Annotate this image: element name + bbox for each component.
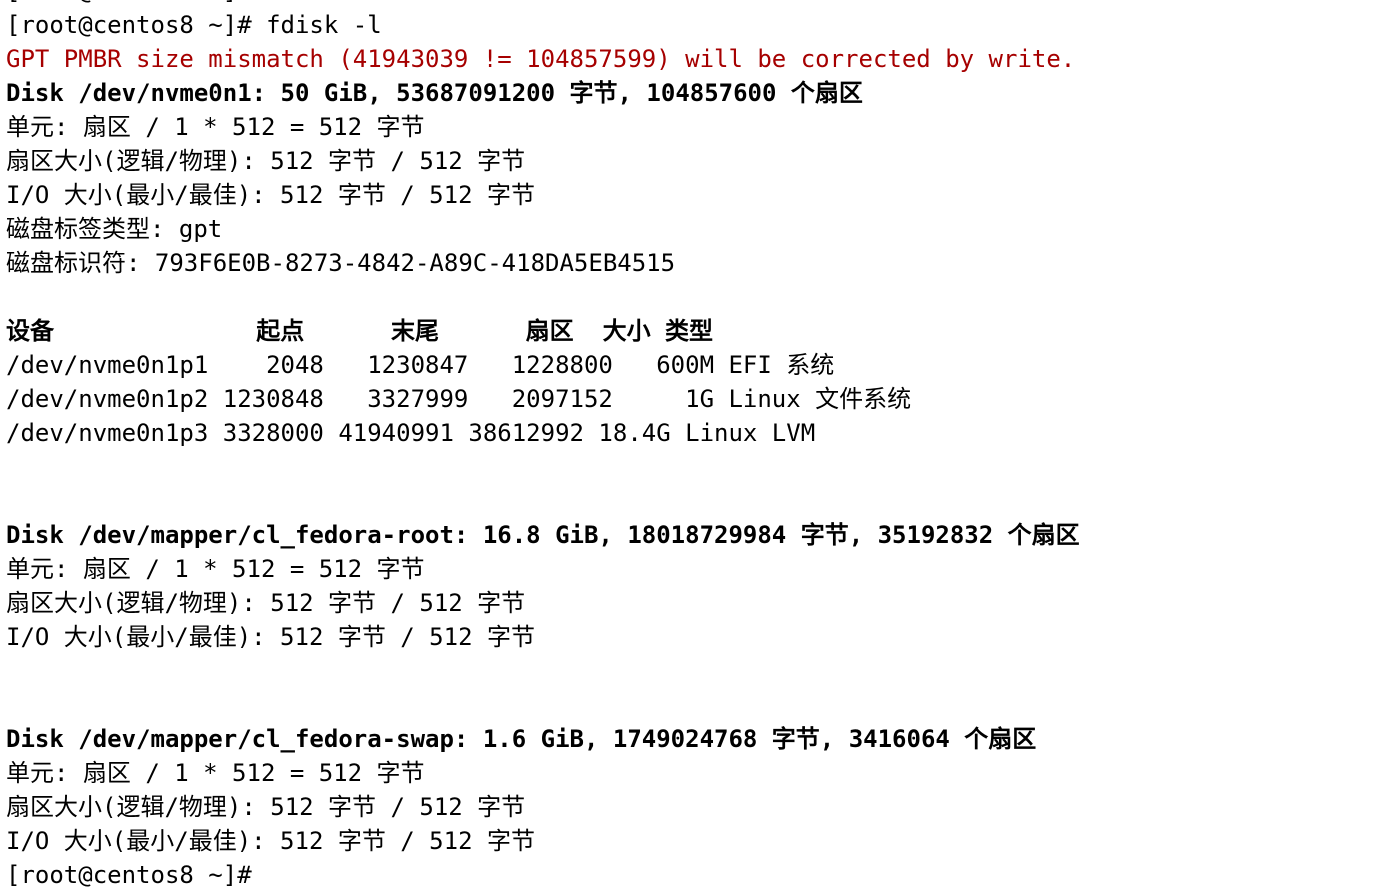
terminal-line-nvme0n1-sector-size: 扇区大小(逻辑/物理): 512 字节 / 512 字节 [6,147,526,175]
terminal-line-swap-units: 单元: 扇区 / 1 * 512 = 512 字节 [6,759,425,787]
terminal-line-root-io-size: I/O 大小(最小/最佳): 512 字节 / 512 字节 [6,623,535,651]
terminal-line-blank-1 [6,280,1378,314]
terminal-line-nvme0n1-label-type: 磁盘标签类型: gpt [6,215,223,243]
terminal-line-blank-3 [6,484,1378,518]
terminal-line-disk-nvme0n1-header: Disk /dev/nvme0n1: 50 GiB, 53687091200 字… [6,79,863,107]
terminal-line-blank-2 [6,450,1378,484]
terminal-line-partition-row-p3: /dev/nvme0n1p3 3328000 41940991 38612992… [6,419,816,447]
terminal-line-partition-table-header: 设备 起点 末尾 扇区 大小 类型 [6,317,714,345]
terminal-line-blank-4 [6,654,1378,688]
terminal-line-nvme0n1-identifier: 磁盘标识符: 793F6E0B-8273-4842-A89C-418DA5EB4… [6,249,676,277]
terminal-line-nvme0n1-units: 单元: 扇区 / 1 * 512 = 512 字节 [6,113,425,141]
terminal-line-blank-5 [6,688,1378,722]
terminal-line-scrollback-partial: [root@centos8 ~]# fdisk -l [6,0,1378,8]
terminal-line-partition-row-p1: /dev/nvme0n1p1 2048 1230847 1228800 600M… [6,351,835,379]
terminal-line-swap-io-size: I/O 大小(最小/最佳): 512 字节 / 512 字节 [6,827,535,855]
terminal-line-nvme0n1-io-size: I/O 大小(最小/最佳): 512 字节 / 512 字节 [6,181,535,209]
terminal-screen[interactable]: [root@centos8 ~]# fdisk -l [root@centos8 … [0,0,1378,894]
terminal-line-swap-sector-size: 扇区大小(逻辑/物理): 512 字节 / 512 字节 [6,793,526,821]
terminal-line-disk-cl-fedora-swap-header: Disk /dev/mapper/cl_fedora-swap: 1.6 GiB… [6,725,1037,753]
terminal-line-prompt-after-output: [root@centos8 ~]# [6,861,252,889]
terminal-line-command-fdisk: [root@centos8 ~]# fdisk -l [6,11,382,39]
terminal-output-area[interactable]: [root@centos8 ~]# fdisk -l [root@centos8 … [6,0,1378,894]
terminal-line-root-units: 单元: 扇区 / 1 * 512 = 512 字节 [6,555,425,583]
terminal-line-disk-cl-fedora-root-header: Disk /dev/mapper/cl_fedora-root: 16.8 Gi… [6,521,1080,549]
terminal-line-root-sector-size: 扇区大小(逻辑/物理): 512 字节 / 512 字节 [6,589,526,617]
terminal-line-gpt-pmbr-warning: GPT PMBR size mismatch (41943039 != 1048… [6,45,1076,73]
terminal-line-partition-row-p2: /dev/nvme0n1p2 1230848 3327999 2097152 1… [6,385,912,413]
